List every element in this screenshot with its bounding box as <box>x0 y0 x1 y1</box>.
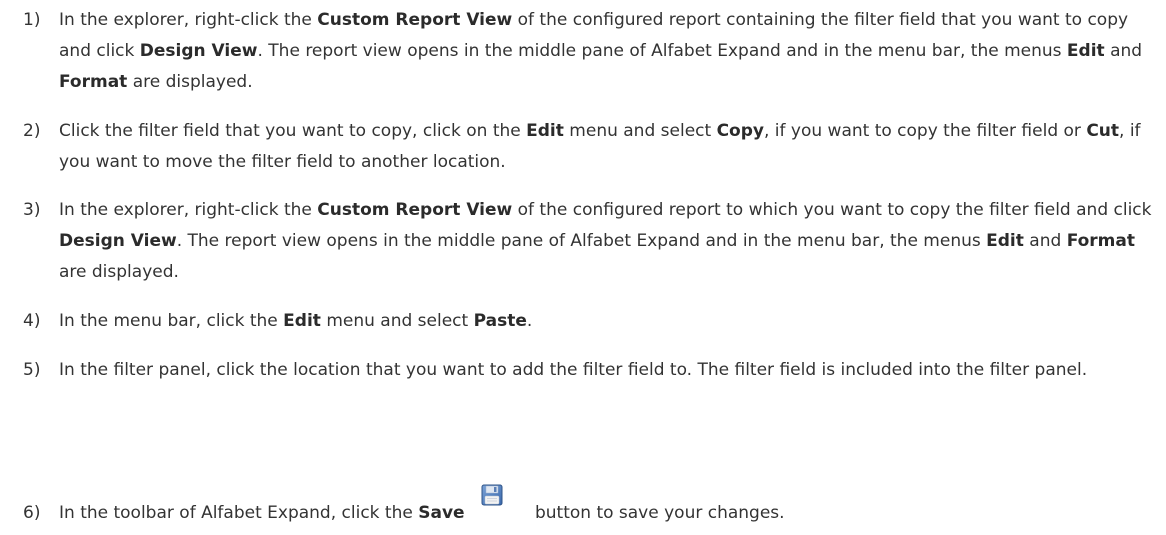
step-text: Click the filter field that you want to … <box>59 121 1141 172</box>
step-number: 3) <box>23 200 41 220</box>
step-number: 4) <box>23 311 41 331</box>
step-number: 6) <box>23 503 41 523</box>
step-number: 5) <box>23 360 41 380</box>
save-icon <box>481 484 503 506</box>
step-number: 1) <box>23 10 41 30</box>
step-text: In the toolbar of Alfabet Expand, click … <box>59 484 1154 529</box>
step-text: In the explorer, right-click the Custom … <box>59 200 1152 282</box>
step-text: In the explorer, right-click the Custom … <box>59 10 1143 92</box>
step-text: In the filter panel, click the location … <box>59 360 1088 380</box>
step-text: In the menu bar, click the Edit menu and… <box>59 311 533 331</box>
step-number: 2) <box>23 121 41 141</box>
